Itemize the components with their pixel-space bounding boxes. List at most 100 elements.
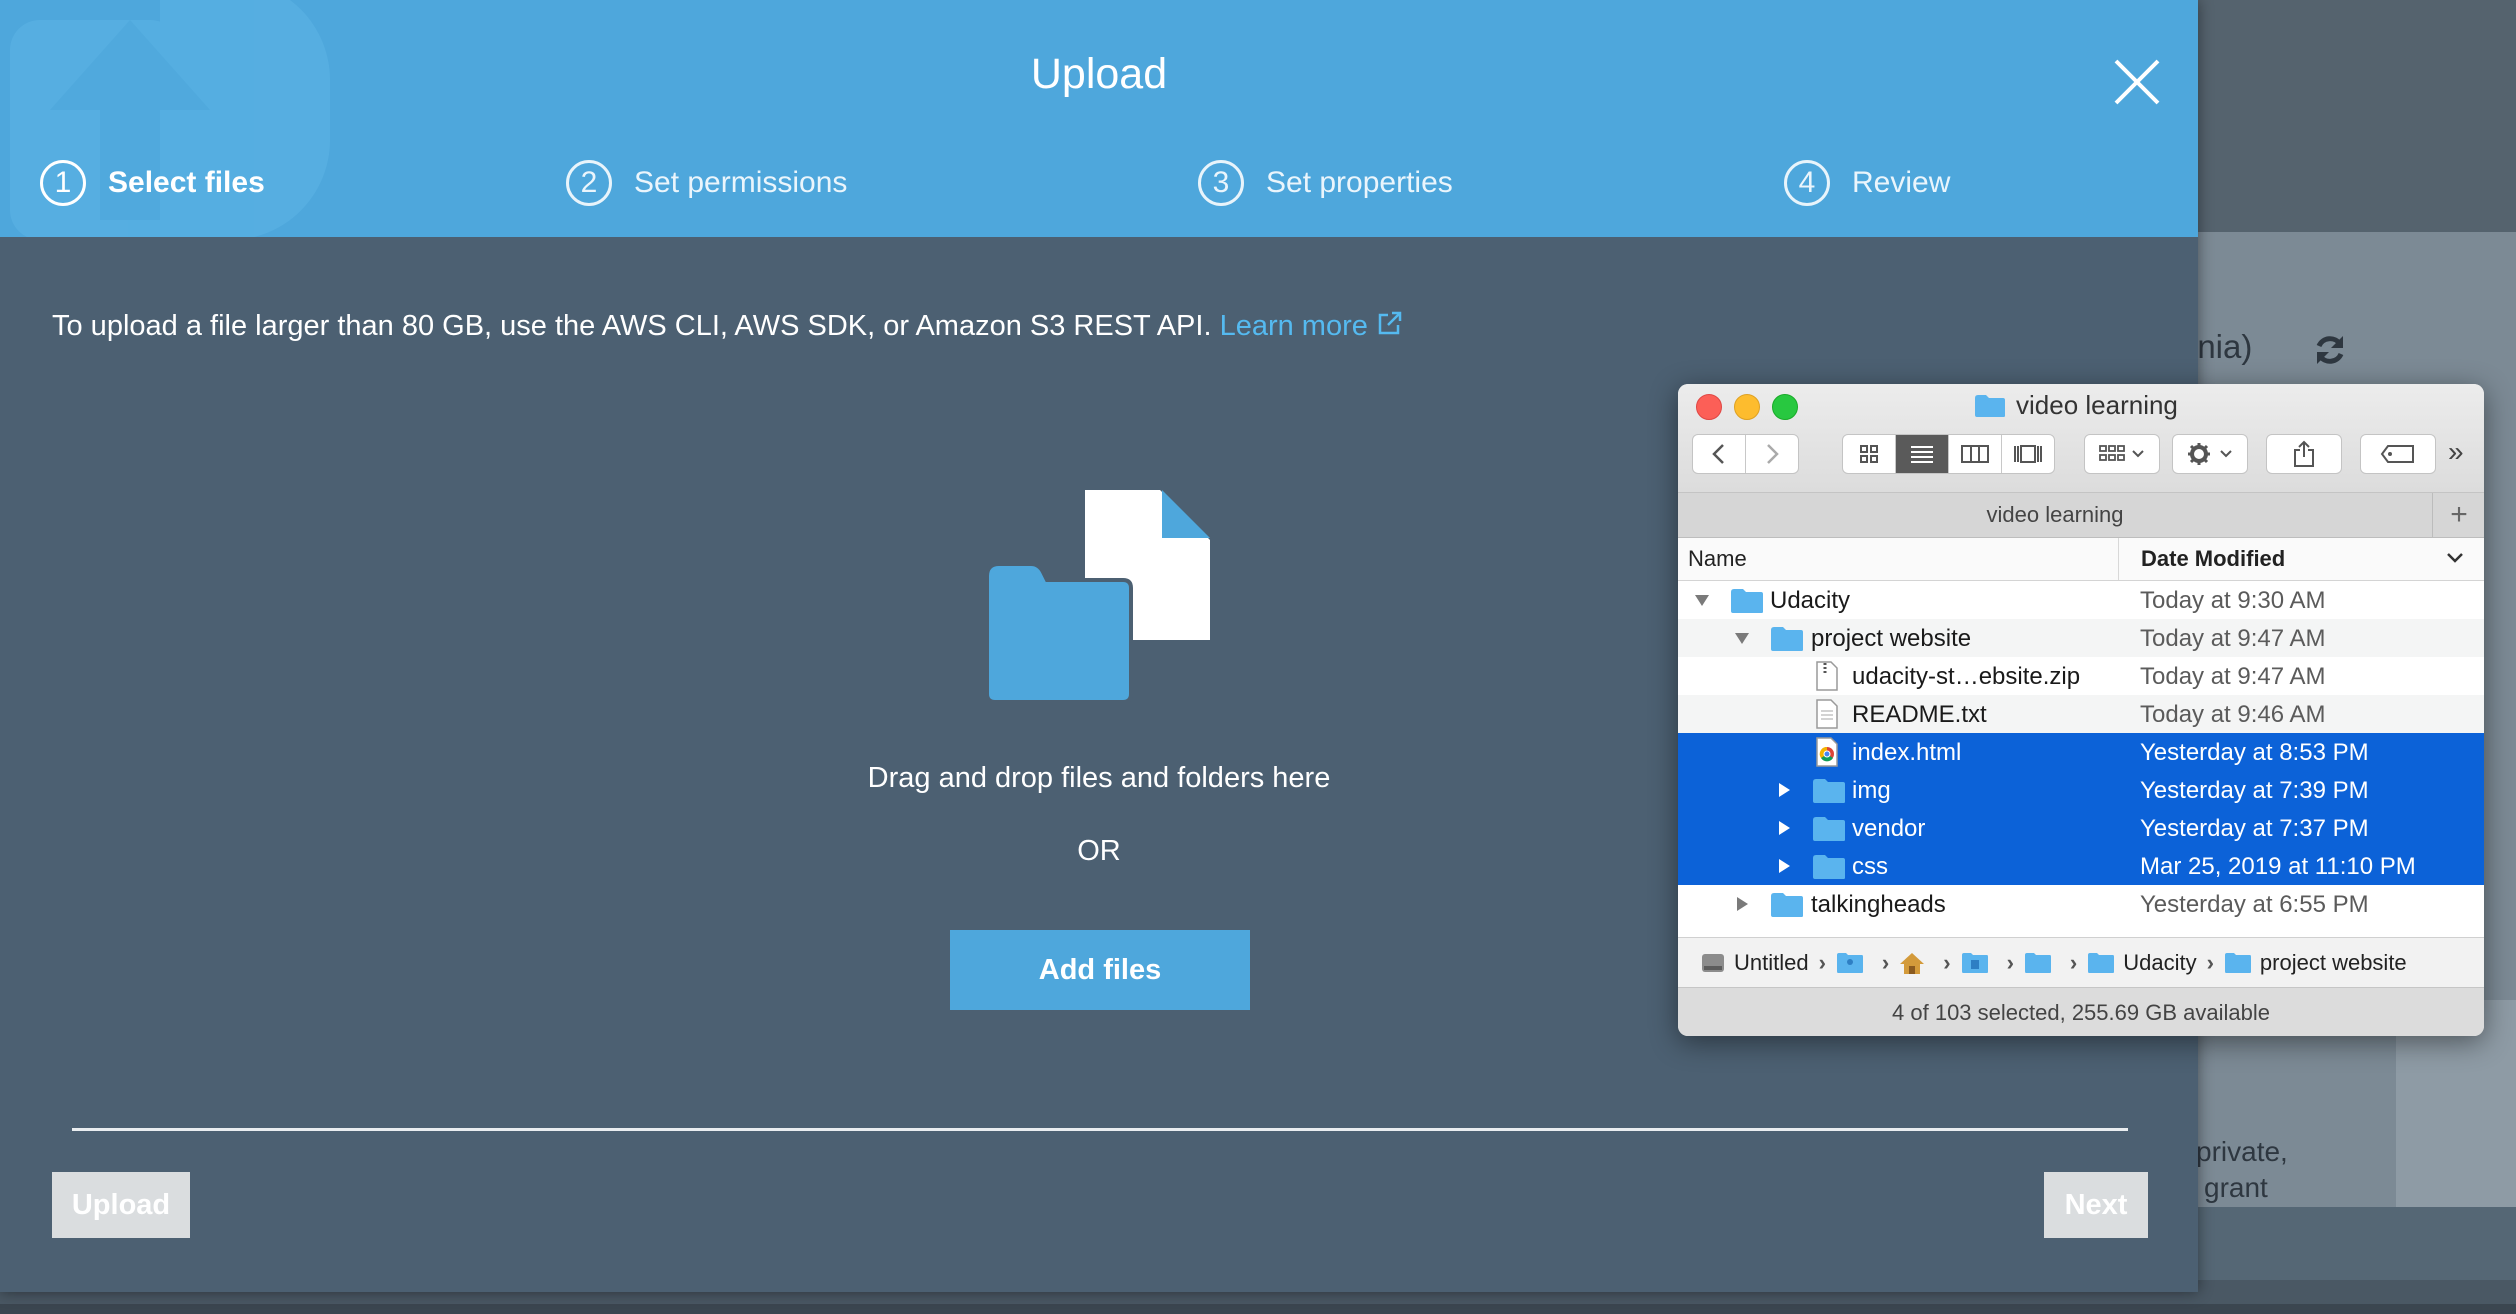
background-region-text: inia) [2190,328,2253,365]
file-row-readme[interactable]: README.txt Today at 9:46 AM [1678,695,2484,733]
window-minimize-button[interactable] [1734,394,1760,420]
share-button[interactable] [2266,434,2342,474]
file-name: img [1852,777,1891,804]
folder-icon [1731,589,1763,613]
file-name: Udacity [1770,587,1851,614]
file-name: css [1852,853,1888,880]
finder-path-bar: Untitled › › › › › Udacity › project web… [1678,937,2484,987]
learn-more-label: Learn more [1219,310,1368,342]
path-label-disk: Untitled [1734,949,1809,975]
refresh-icon[interactable] [2310,330,2350,370]
folder-icon [1813,817,1845,841]
background-footer-line [0,1304,2516,1314]
new-tab-button[interactable]: + [2434,493,2484,537]
step-select-files[interactable]: 1 Select files [40,160,265,206]
finder-titlebar[interactable]: video learning » [1678,384,2484,493]
learn-more-link[interactable]: Learn more [1220,310,1404,342]
date-modified-column-header[interactable]: Date Modified [2118,538,2484,580]
path-item-folder[interactable] [2024,952,2060,974]
upload-button[interactable]: Upload [52,1172,190,1238]
file-date: Mar 25, 2019 at 11:10 PM [2140,853,2416,880]
tab-video-learning[interactable]: video learning [1678,493,2433,537]
file-name: README.txt [1852,701,1987,728]
file-name: vendor [1852,815,1926,842]
next-button[interactable]: Next [2044,1172,2148,1238]
path-item-udacity[interactable]: Udacity [2087,949,2197,976]
step-number: 2 [566,160,612,206]
zip-file-icon [1816,661,1838,691]
modal-header: Upload 1 Select files 2 Set permissions … [0,0,2198,237]
external-link-icon [1378,311,1402,335]
files-and-folder-icon [985,490,1210,703]
folder-icon [1813,779,1845,803]
file-row-css[interactable]: css Mar 25, 2019 at 11:10 PM [1678,847,2484,885]
path-item-disk[interactable]: Untitled [1700,950,1809,976]
file-row-index-html[interactable]: index.html Yesterday at 8:53 PM [1678,733,2484,771]
add-files-button[interactable]: Add files [950,930,1250,1010]
finder-window-title: video learning [1974,390,2178,421]
step-label: Review [1852,166,1951,199]
name-column-header[interactable]: Name [1688,546,1747,572]
path-label-udacity: Udacity [2123,949,2197,975]
path-item-documents-folder[interactable] [1961,952,1997,974]
file-row-udacity[interactable]: Udacity Today at 9:30 AM [1678,581,2484,619]
back-icon[interactable] [1693,435,1746,473]
file-date: Today at 9:30 AM [2140,587,2326,614]
disclosure-collapsed-icon[interactable] [1776,858,1792,874]
icon-view-icon[interactable] [1843,435,1896,473]
background-text-grant: grant [2204,1172,2268,1203]
step-set-permissions[interactable]: 2 Set permissions [566,160,847,206]
step-number: 1 [40,160,86,206]
back-forward-control[interactable] [1692,434,1799,474]
step-label: Select files [108,166,265,199]
toolbar-overflow-icon[interactable]: » [2448,436,2464,468]
file-row-project-website[interactable]: project website Today at 9:47 AM [1678,619,2484,657]
path-label-project-website: project website [2259,949,2407,975]
finder-window[interactable]: video learning » video learning + Name D… [1678,384,2484,1036]
path-separator: › [1943,949,1951,975]
folder-icon [2024,952,2051,973]
step-review[interactable]: 4 Review [1784,160,1950,206]
disclosure-collapsed-icon[interactable] [1734,896,1750,912]
text-file-icon [1816,699,1838,729]
tag-icon [2380,445,2414,463]
action-button[interactable] [2172,434,2248,474]
disclosure-expanded-icon[interactable] [1694,592,1710,608]
gallery-view-icon[interactable] [2002,435,2054,473]
share-icon [2294,440,2314,467]
date-modified-label: Date Modified [2141,546,2286,571]
close-icon[interactable] [2110,55,2164,109]
disclosure-collapsed-icon[interactable] [1776,820,1792,836]
file-row-zip[interactable]: udacity-st…ebsite.zip Today at 9:47 AM [1678,657,2484,695]
path-item-user-folder[interactable] [1836,952,1872,974]
path-separator: › [2069,949,2078,975]
disclosure-collapsed-icon[interactable] [1776,782,1792,798]
path-item-home[interactable] [1899,951,1933,975]
chevron-down-icon [2447,553,2463,563]
background-header [2190,0,2516,232]
file-list[interactable]: Udacity Today at 9:30 AM project website… [1678,581,2484,937]
step-number: 3 [1198,160,1244,206]
group-by-button[interactable] [2084,434,2160,474]
tab-bar: video learning + [1678,493,2484,538]
chrome-html-icon [1816,737,1838,767]
file-row-vendor[interactable]: vendor Yesterday at 7:37 PM [1678,809,2484,847]
file-row-img[interactable]: img Yesterday at 7:39 PM [1678,771,2484,809]
file-row-talkingheads[interactable]: talkingheads Yesterday at 6:55 PM [1678,885,2484,923]
forward-icon[interactable] [1746,435,1798,473]
step-set-properties[interactable]: 3 Set properties [1198,160,1453,206]
window-zoom-button[interactable] [1772,394,1798,420]
tags-button[interactable] [2360,434,2436,474]
group-icon [2099,445,2144,461]
list-view-icon[interactable] [1896,435,1949,473]
background-text-private: private, [2196,1136,2288,1167]
view-mode-control[interactable] [1842,434,2055,474]
path-separator: › [2006,949,2014,975]
file-name: index.html [1852,739,1962,766]
column-view-icon[interactable] [1949,435,2002,473]
window-close-button[interactable] [1696,394,1722,420]
file-date: Yesterday at 7:37 PM [2140,815,2369,842]
documents-folder-icon [1961,952,1988,973]
disclosure-expanded-icon[interactable] [1734,630,1750,646]
path-item-project-website[interactable]: project website [2224,950,2407,976]
